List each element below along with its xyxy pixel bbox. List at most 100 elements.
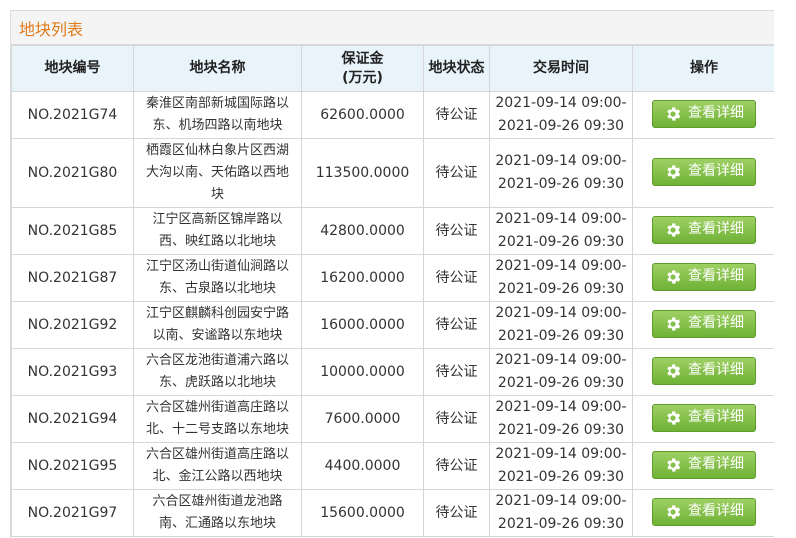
time-start: 2021-09-14 09:00- — [495, 493, 627, 509]
row-deposit: 15600.0000 — [320, 504, 405, 521]
row-status: 待公证 — [435, 363, 478, 380]
cell-deposit: 113500.0000 — [301, 138, 424, 208]
cell-deposit: 4400.0000 — [301, 442, 424, 490]
gear-icon — [664, 362, 682, 380]
view-detail-button[interactable]: 查看详细 — [652, 497, 756, 526]
cell-status: 待公证 — [423, 91, 490, 139]
view-detail-label: 查看详细 — [688, 268, 744, 284]
table-row: NO.2021G87 江宁区汤山街道仙涧路以东、古泉路以北地块 16200.00… — [11, 254, 774, 302]
header-name: 地块名称 — [133, 45, 302, 92]
cell-time: 2021-09-14 09:00- 2021-09-26 09:30 — [489, 301, 633, 349]
view-detail-button[interactable]: 查看详细 — [652, 450, 756, 479]
cell-action: 查看详细 — [632, 301, 774, 349]
table-row: NO.2021G85 江宁区高新区锦岸路以西、映红路以北地块 42800.000… — [11, 207, 774, 255]
cell-name: 六合区雄州街道高庄路以北、十二号支路以东地块 — [133, 395, 302, 443]
row-code: NO.2021G92 — [27, 316, 118, 333]
cell-time: 2021-09-14 09:00- 2021-09-26 09:30 — [489, 395, 633, 443]
view-detail-button[interactable]: 查看详细 — [652, 99, 756, 128]
view-detail-button[interactable]: 查看详细 — [652, 403, 756, 432]
row-status: 待公证 — [435, 164, 478, 181]
row-code: NO.2021G97 — [27, 504, 118, 521]
time-start: 2021-09-14 09:00- — [495, 258, 627, 274]
cell-deposit: 16200.0000 — [301, 254, 424, 302]
cell-deposit: 15600.0000 — [301, 489, 424, 537]
view-detail-button[interactable]: 查看详细 — [652, 262, 756, 291]
cell-name: 栖霞区仙林白象片区西湖大沟以南、天佑路以西地块 — [133, 138, 302, 208]
gear-icon — [664, 409, 682, 427]
header-deposit-line1: 保证金 — [341, 50, 384, 67]
view-detail-button[interactable]: 查看详细 — [652, 215, 756, 244]
view-detail-button[interactable]: 查看详细 — [652, 157, 756, 186]
table-row: NO.2021G92 江宁区麒麟科创园安宁路以南、安谧路以东地块 16000.0… — [11, 301, 774, 349]
cell-name: 江宁区汤山街道仙涧路以东、古泉路以北地块 — [133, 254, 302, 302]
time-start: 2021-09-14 09:00- — [495, 446, 627, 462]
table-row: NO.2021G93 六合区龙池街道浦六路以东、虎跃路以北地块 10000.00… — [11, 348, 774, 396]
cell-status: 待公证 — [423, 301, 490, 349]
row-code: NO.2021G87 — [27, 269, 118, 286]
cell-name: 秦淮区南部新城国际路以东、机场四路以南地块 — [133, 91, 302, 139]
cell-code: NO.2021G87 — [11, 254, 134, 302]
view-detail-button[interactable]: 查看详细 — [652, 356, 756, 385]
row-name: 栖霞区仙林白象片区西湖大沟以南、天佑路以西地块 — [145, 143, 289, 202]
cell-code: NO.2021G74 — [11, 91, 134, 139]
land-table: 地块编号 地块名称 保证金 (万元) 地块状态 交易时间 操作 NO.2021G… — [11, 45, 774, 537]
time-start: 2021-09-14 09:00- — [495, 352, 627, 368]
cell-action: 查看详细 — [632, 348, 774, 396]
row-name: 秦淮区南部新城国际路以东、机场四路以南地块 — [145, 96, 289, 133]
cell-code: NO.2021G80 — [11, 138, 134, 208]
header-time: 交易时间 — [489, 45, 633, 92]
row-status: 待公证 — [435, 316, 478, 333]
time-end: 2021-09-26 09:30 — [497, 176, 625, 192]
time-end: 2021-09-26 09:30 — [497, 422, 625, 438]
time-start: 2021-09-14 09:00- — [495, 305, 627, 321]
row-deposit: 16000.0000 — [320, 316, 405, 333]
time-start: 2021-09-14 09:00- — [495, 211, 627, 227]
row-code: NO.2021G74 — [27, 106, 118, 123]
cell-code: NO.2021G93 — [11, 348, 134, 396]
panel-header: 地块列表 — [11, 11, 774, 45]
time-end: 2021-09-26 09:30 — [497, 281, 625, 297]
cell-name: 江宁区麒麟科创园安宁路以南、安谧路以东地块 — [133, 301, 302, 349]
row-deposit: 7600.0000 — [324, 410, 401, 427]
gear-icon — [664, 456, 682, 474]
land-list-panel: 地块列表 地块编号 地块名称 保证金 (万元) 地块状态 交易时间 操作 NO.… — [10, 10, 774, 538]
table-row: NO.2021G74 秦淮区南部新城国际路以东、机场四路以南地块 62600.0… — [11, 91, 774, 139]
gear-icon — [664, 221, 682, 239]
row-deposit: 113500.0000 — [315, 164, 410, 181]
cell-code: NO.2021G85 — [11, 207, 134, 255]
cell-status: 待公证 — [423, 207, 490, 255]
time-end: 2021-09-26 09:30 — [497, 516, 625, 532]
gear-icon — [664, 163, 682, 181]
header-deposit-line2: (万元) — [342, 69, 383, 86]
table-row: NO.2021G94 六合区雄州街道高庄路以北、十二号支路以东地块 7600.0… — [11, 395, 774, 443]
view-detail-button[interactable]: 查看详细 — [652, 309, 756, 338]
cell-time: 2021-09-14 09:00- 2021-09-26 09:30 — [489, 138, 633, 208]
time-end: 2021-09-26 09:30 — [497, 118, 625, 134]
cell-time: 2021-09-14 09:00- 2021-09-26 09:30 — [489, 442, 633, 490]
cell-action: 查看详细 — [632, 207, 774, 255]
cell-deposit: 16000.0000 — [301, 301, 424, 349]
cell-time: 2021-09-14 09:00- 2021-09-26 09:30 — [489, 207, 633, 255]
cell-deposit: 42800.0000 — [301, 207, 424, 255]
cell-deposit: 7600.0000 — [301, 395, 424, 443]
row-name: 六合区龙池街道浦六路以东、虎跃路以北地块 — [145, 353, 289, 390]
row-status: 待公证 — [435, 410, 478, 427]
row-deposit: 42800.0000 — [320, 222, 405, 239]
time-end: 2021-09-26 09:30 — [497, 328, 625, 344]
row-status: 待公证 — [435, 106, 478, 123]
cell-code: NO.2021G94 — [11, 395, 134, 443]
table-header-row: 地块编号 地块名称 保证金 (万元) 地块状态 交易时间 操作 — [11, 45, 774, 92]
gear-icon — [664, 315, 682, 333]
view-detail-label: 查看详细 — [688, 456, 744, 472]
cell-action: 查看详细 — [632, 138, 774, 208]
row-name: 江宁区汤山街道仙涧路以东、古泉路以北地块 — [145, 259, 289, 296]
row-name: 六合区雄州街道高庄路以北、金江公路以西地块 — [145, 447, 289, 484]
view-detail-label: 查看详细 — [688, 315, 744, 331]
header-status: 地块状态 — [423, 45, 490, 92]
view-detail-label: 查看详细 — [688, 163, 744, 179]
cell-time: 2021-09-14 09:00- 2021-09-26 09:30 — [489, 254, 633, 302]
cell-action: 查看详细 — [632, 442, 774, 490]
view-detail-label: 查看详细 — [688, 362, 744, 378]
row-name: 江宁区高新区锦岸路以西、映红路以北地块 — [152, 212, 283, 249]
header-action: 操作 — [632, 45, 774, 92]
